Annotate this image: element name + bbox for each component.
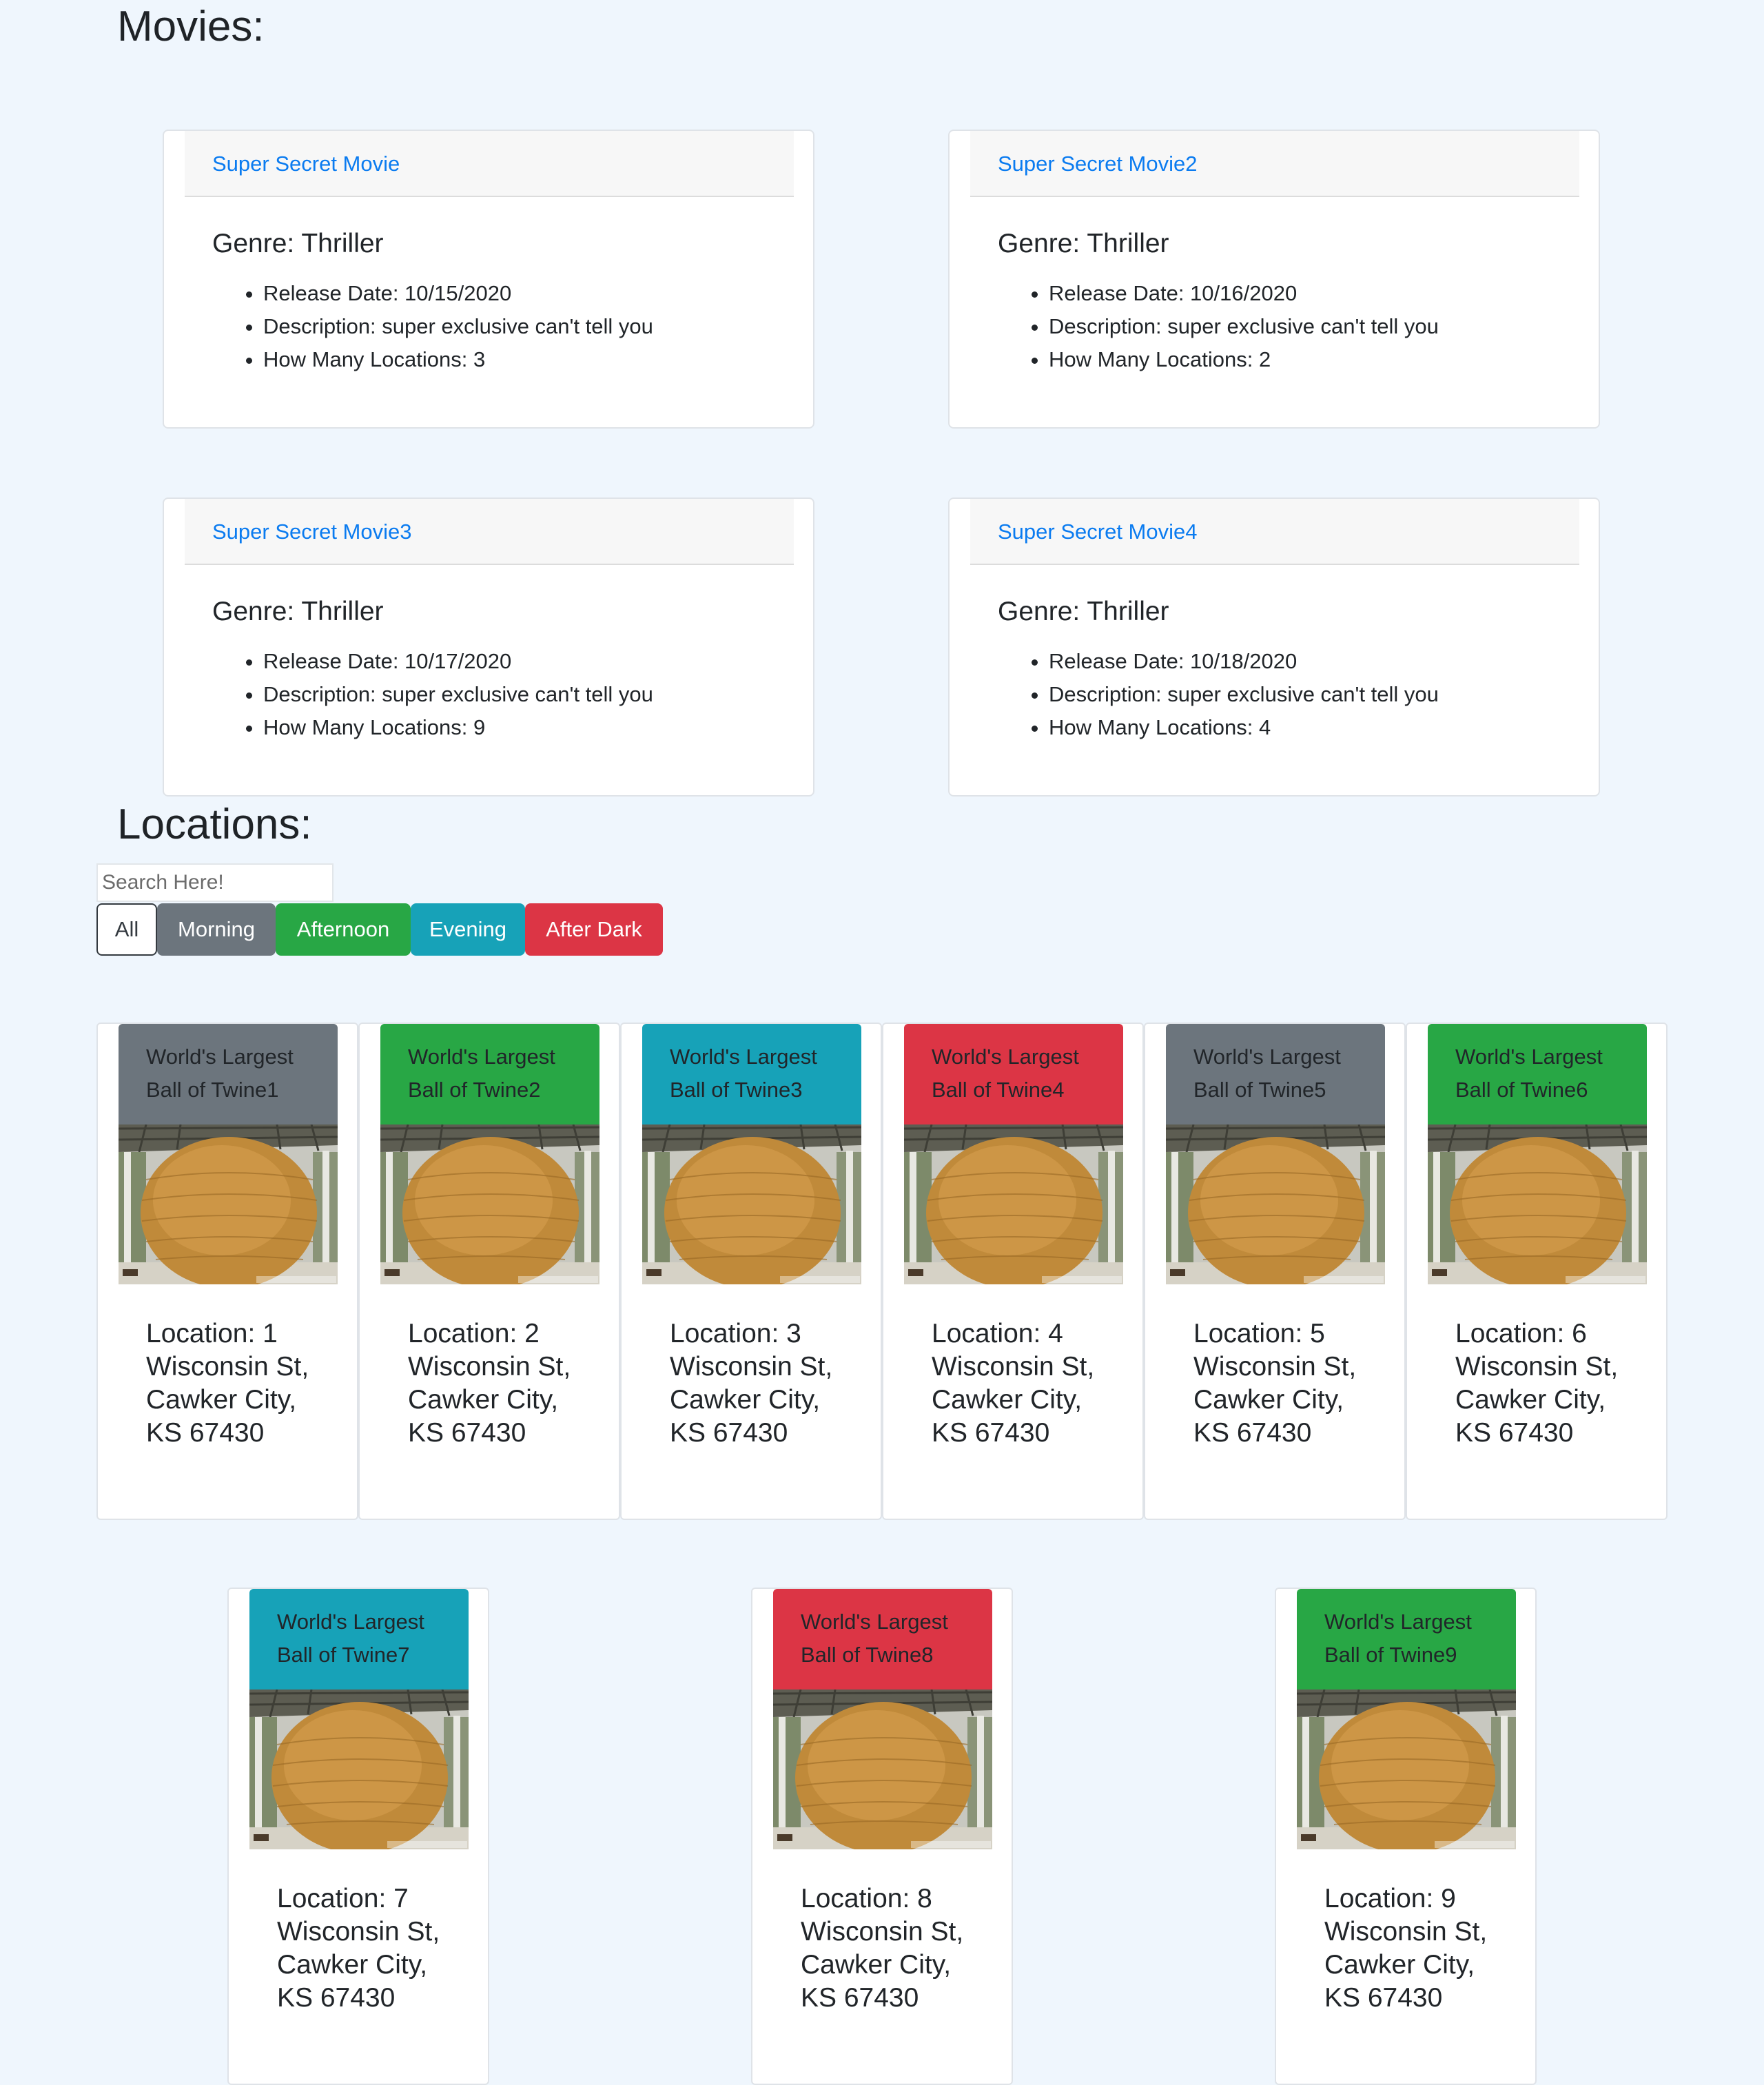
location-card[interactable]: World's Largest Ball of Twine9 Location:…	[1275, 1588, 1537, 2085]
filter-afternoon-button[interactable]: Afternoon	[276, 903, 411, 956]
movie-card: Super Secret Movie3 Genre: Thriller Rele…	[163, 497, 814, 797]
location-card[interactable]: World's Largest Ball of Twine3 Location:…	[620, 1023, 882, 1520]
movie-location-count: How Many Locations: 4	[1049, 711, 1439, 744]
twine-ball-image	[1166, 1124, 1385, 1284]
movie-genre: Genre: Thriller	[998, 597, 1169, 626]
twine-ball-image	[1297, 1689, 1516, 1849]
movie-card-header: Super Secret Movie3	[185, 499, 794, 565]
movie-card: Super Secret Movie2 Genre: Thriller Rele…	[948, 130, 1600, 429]
movie-genre: Genre: Thriller	[212, 229, 384, 258]
location-name: World's Largest Ball of Twine1	[119, 1024, 338, 1124]
search-input[interactable]	[96, 863, 334, 902]
location-name: World's Largest Ball of Twine2	[380, 1024, 599, 1124]
filter-morning-button[interactable]: Morning	[157, 903, 276, 956]
movie-title-link[interactable]: Super Secret Movie3	[212, 520, 411, 544]
location-address: Location: 2 Wisconsin St, Cawker City, K…	[408, 1319, 571, 1448]
location-name: World's Largest Ball of Twine5	[1166, 1024, 1385, 1124]
location-address: Location: 3 Wisconsin St, Cawker City, K…	[670, 1319, 833, 1448]
movie-details-list: Release Date: 10/15/2020 Description: su…	[227, 277, 653, 376]
twine-ball-image	[1428, 1124, 1647, 1284]
movie-title-link[interactable]: Super Secret Movie2	[998, 152, 1197, 176]
movie-release-date: Release Date: 10/15/2020	[263, 277, 653, 310]
movie-location-count: How Many Locations: 9	[263, 711, 653, 744]
location-name: World's Largest Ball of Twine6	[1428, 1024, 1647, 1124]
movie-description: Description: super exclusive can't tell …	[1049, 678, 1439, 711]
twine-ball-image	[904, 1124, 1123, 1284]
location-card[interactable]: World's Largest Ball of Twine8 Location:…	[751, 1588, 1013, 2085]
movie-card: Super Secret Movie4 Genre: Thriller Rele…	[948, 497, 1600, 797]
location-name: World's Largest Ball of Twine9	[1297, 1589, 1516, 1689]
movie-release-date: Release Date: 10/17/2020	[263, 645, 653, 678]
movie-description: Description: super exclusive can't tell …	[263, 310, 653, 343]
location-card[interactable]: World's Largest Ball of Twine5 Location:…	[1144, 1023, 1406, 1520]
movie-description: Description: super exclusive can't tell …	[1049, 310, 1439, 343]
location-address: Location: 1 Wisconsin St, Cawker City, K…	[146, 1319, 309, 1448]
movie-location-count: How Many Locations: 2	[1049, 343, 1439, 376]
location-address: Location: 9 Wisconsin St, Cawker City, K…	[1324, 1884, 1488, 2013]
location-card[interactable]: World's Largest Ball of Twine2 Location:…	[358, 1023, 620, 1520]
movie-description: Description: super exclusive can't tell …	[263, 678, 653, 711]
movie-genre: Genre: Thriller	[998, 229, 1169, 258]
location-name: World's Largest Ball of Twine7	[249, 1589, 469, 1689]
twine-ball-image	[642, 1124, 861, 1284]
movies-heading: Movies:	[117, 3, 265, 50]
location-name: World's Largest Ball of Twine3	[642, 1024, 861, 1124]
twine-ball-image	[380, 1124, 599, 1284]
location-address: Location: 6 Wisconsin St, Cawker City, K…	[1455, 1319, 1619, 1448]
movie-location-count: How Many Locations: 3	[263, 343, 653, 376]
filter-evening-button[interactable]: Evening	[411, 903, 525, 956]
location-card[interactable]: World's Largest Ball of Twine6 Location:…	[1406, 1023, 1668, 1520]
movie-release-date: Release Date: 10/16/2020	[1049, 277, 1439, 310]
movie-card-header: Super Secret Movie4	[970, 499, 1579, 565]
filter-all-button[interactable]: All	[96, 903, 157, 956]
movie-title-link[interactable]: Super Secret Movie	[212, 152, 400, 176]
movie-card: Super Secret Movie Genre: Thriller Relea…	[163, 130, 814, 429]
movie-details-list: Release Date: 10/16/2020 Description: su…	[1013, 277, 1439, 376]
location-name: World's Largest Ball of Twine8	[773, 1589, 992, 1689]
twine-ball-image	[249, 1689, 469, 1849]
location-address: Location: 8 Wisconsin St, Cawker City, K…	[801, 1884, 964, 2013]
location-card[interactable]: World's Largest Ball of Twine4 Location:…	[882, 1023, 1144, 1520]
location-name: World's Largest Ball of Twine4	[904, 1024, 1123, 1124]
location-address: Location: 7 Wisconsin St, Cawker City, K…	[277, 1884, 440, 2013]
location-card[interactable]: World's Largest Ball of Twine7 Location:…	[227, 1588, 489, 2085]
twine-ball-image	[119, 1124, 338, 1284]
twine-ball-image	[773, 1689, 992, 1849]
location-card[interactable]: World's Largest Ball of Twine1 Location:…	[96, 1023, 358, 1520]
movie-title-link[interactable]: Super Secret Movie4	[998, 520, 1197, 544]
locations-heading: Locations:	[117, 801, 312, 848]
movie-details-list: Release Date: 10/17/2020 Description: su…	[227, 645, 653, 744]
location-address: Location: 4 Wisconsin St, Cawker City, K…	[932, 1319, 1095, 1448]
location-address: Location: 5 Wisconsin St, Cawker City, K…	[1193, 1319, 1357, 1448]
movie-card-header: Super Secret Movie2	[970, 131, 1579, 197]
movie-release-date: Release Date: 10/18/2020	[1049, 645, 1439, 678]
movie-genre: Genre: Thriller	[212, 597, 384, 626]
filter-after-dark-button[interactable]: After Dark	[525, 903, 663, 956]
movie-card-header: Super Secret Movie	[185, 131, 794, 197]
movie-details-list: Release Date: 10/18/2020 Description: su…	[1013, 645, 1439, 744]
